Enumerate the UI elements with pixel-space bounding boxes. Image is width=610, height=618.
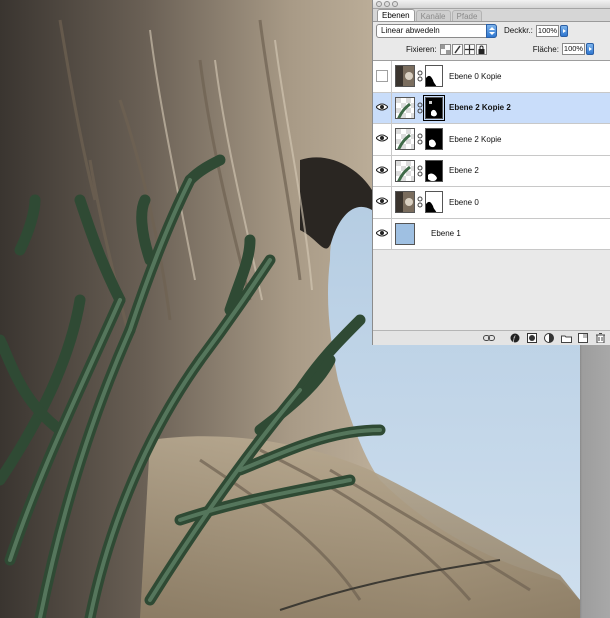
new-layer-icon[interactable] — [577, 333, 589, 343]
layer-style-icon[interactable]: f — [509, 333, 521, 343]
fill-label: Fläche: — [532, 44, 559, 54]
lock-position-icon[interactable] — [463, 43, 475, 55]
layer-mask-thumbnail[interactable] — [425, 159, 443, 182]
layer-name[interactable]: Ebene 2 Kopie 2 — [449, 103, 511, 112]
canvas-background-strip — [580, 345, 610, 618]
eye-icon — [375, 103, 389, 113]
lock-pixels-icon[interactable] — [451, 43, 463, 55]
lock-label: Fixieren: — [406, 44, 437, 54]
layer-row[interactable]: Ebene 2 — [373, 155, 610, 187]
opacity-input[interactable]: 100% — [535, 24, 559, 37]
select-arrows-icon[interactable] — [486, 23, 497, 38]
layer-row[interactable]: Ebene 1 — [373, 218, 610, 250]
layer-row[interactable]: Ebene 2 Kopie 2 — [373, 92, 610, 124]
blend-row: Linear abwedeln Deckkr.: 100% — [376, 23, 606, 38]
layer-list[interactable]: Ebene 0 Kopie Ebene 2 Kopie 2 Ebene 2 Ko… — [373, 60, 610, 250]
layer-name[interactable]: Ebene 2 Kopie — [449, 135, 502, 144]
eye-icon — [375, 166, 389, 176]
layer-row[interactable]: Ebene 2 Kopie — [373, 124, 610, 156]
mask-icon[interactable] — [526, 333, 538, 343]
layer-row[interactable]: Ebene 0 — [373, 187, 610, 219]
fill-input[interactable]: 100% — [561, 43, 585, 55]
layer-mask-thumbnail[interactable] — [423, 94, 445, 121]
layer-thumbnail[interactable] — [395, 222, 415, 245]
adjustment-icon[interactable] — [543, 333, 555, 343]
link-chain-icon[interactable] — [416, 97, 424, 119]
layer-thumbnail[interactable] — [395, 96, 415, 119]
palette-titlebar[interactable] — [373, 0, 610, 9]
layer-thumbnail[interactable] — [395, 191, 415, 214]
layer-name[interactable]: Ebene 0 Kopie — [449, 72, 502, 81]
eye-off-icon — [376, 70, 388, 83]
visibility-toggle[interactable] — [373, 61, 392, 92]
lock-row: Fixieren: Fläche: 100% — [376, 42, 606, 56]
tab-ebenen[interactable]: Ebenen — [377, 9, 415, 21]
eye-icon — [375, 197, 389, 207]
eye-icon — [375, 134, 389, 144]
tab-kanaele[interactable]: Kanäle — [415, 10, 451, 21]
layer-mask-thumbnail[interactable] — [425, 65, 443, 88]
visibility-toggle[interactable] — [373, 92, 392, 123]
blend-mode-select[interactable]: Linear abwedeln — [376, 23, 497, 38]
layer-mask-thumbnail[interactable] — [425, 191, 443, 214]
zoom-icon[interactable] — [392, 1, 398, 7]
opacity-label: Deckkr.: — [504, 26, 533, 35]
eye-icon — [375, 229, 389, 239]
layer-name[interactable]: Ebene 1 — [431, 229, 461, 238]
link-chain-icon[interactable] — [416, 191, 424, 213]
tab-pfade[interactable]: Pfade — [451, 10, 483, 21]
link-chain-icon[interactable] — [416, 65, 424, 87]
group-icon[interactable] — [560, 333, 572, 343]
layers-palette[interactable]: Ebenen Kanäle Pfade Linear abwedeln Deck… — [372, 0, 610, 345]
minimize-icon[interactable] — [384, 1, 390, 7]
layer-thumbnail[interactable] — [395, 159, 415, 182]
visibility-toggle[interactable] — [373, 218, 392, 249]
layer-thumbnail[interactable] — [395, 128, 415, 151]
layer-name[interactable]: Ebene 0 — [449, 198, 479, 207]
blend-mode-value: Linear abwedeln — [381, 25, 440, 35]
palette-tabs: Ebenen Kanäle Pfade — [373, 9, 610, 22]
lock-transparency-icon[interactable] — [439, 43, 451, 55]
link-chain-icon[interactable] — [416, 128, 424, 150]
link-chain-icon[interactable] — [416, 160, 424, 182]
opacity-slider-button[interactable] — [559, 24, 568, 37]
palette-bottom-bar: f — [373, 330, 610, 345]
visibility-toggle[interactable] — [373, 155, 392, 186]
lock-all-icon[interactable] — [475, 43, 487, 55]
visibility-toggle[interactable] — [373, 187, 392, 218]
visibility-toggle[interactable] — [373, 124, 392, 155]
link-icon[interactable] — [483, 333, 495, 343]
close-icon[interactable] — [376, 1, 382, 7]
layer-mask-thumbnail[interactable] — [425, 128, 443, 151]
layer-thumbnail[interactable] — [395, 65, 415, 88]
layer-row[interactable]: Ebene 0 Kopie — [373, 61, 610, 93]
trash-icon[interactable] — [594, 333, 606, 343]
fill-slider-button[interactable] — [585, 43, 594, 55]
layer-name[interactable]: Ebene 2 — [449, 166, 479, 175]
